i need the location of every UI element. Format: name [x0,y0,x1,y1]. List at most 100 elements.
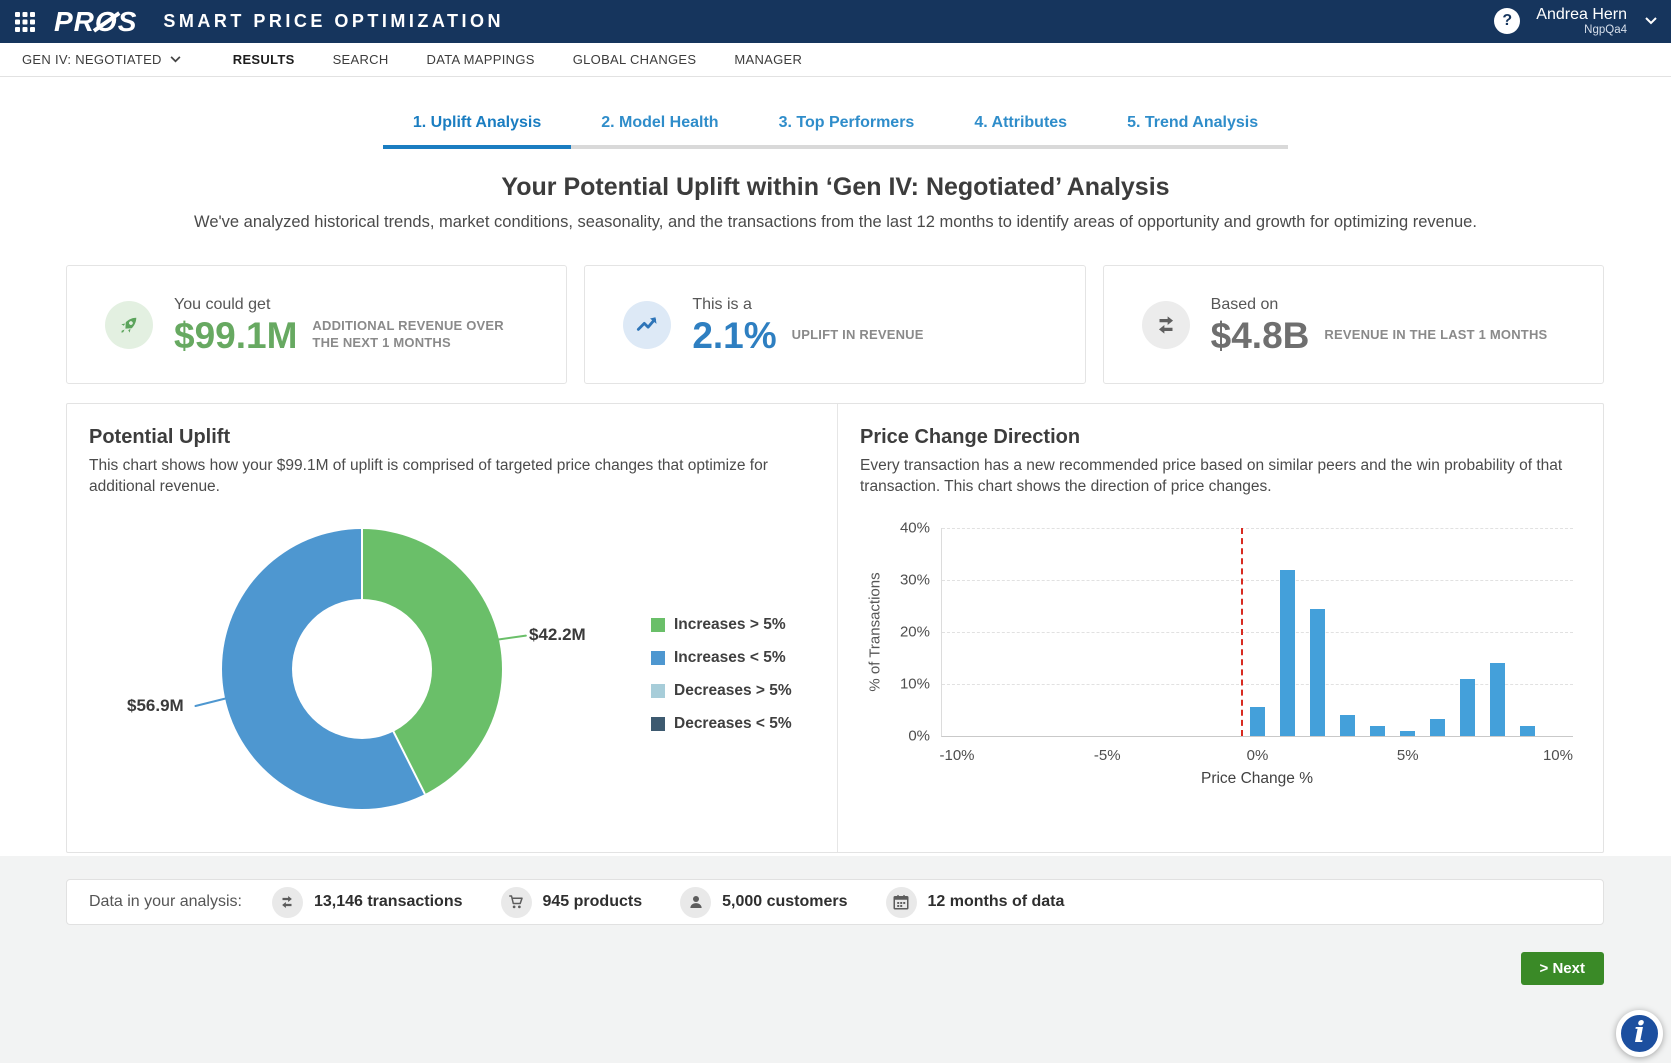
bar [1460,679,1475,736]
page-subtitle: We've analyzed historical trends, market… [0,213,1671,232]
context-selector[interactable]: GEN IV: NEGOTIATED [22,52,181,67]
user-id: NgpQa4 [1536,24,1627,37]
x-tick-label: -10% [940,747,975,764]
swap-arrows-icon [272,887,303,918]
legend-swatch [651,684,665,698]
price-change-bar-chart: -10%-5%0%5%10%0%10%20%30%40% [941,528,1573,737]
info-icon: i [1634,1018,1645,1047]
y-tick-label: 40% [900,520,930,537]
card-value: $99.1M [174,317,297,354]
grid-icon [13,10,37,34]
gridline [942,632,1573,633]
person-icon [680,887,711,918]
stat-text: 13,146 transactions [314,893,463,911]
tab-attributes[interactable]: 4. Attributes [944,108,1097,145]
question-mark-icon: ? [1502,12,1512,30]
donut-legend: Increases > 5% Increases < 5% Decreases … [651,616,792,733]
smart-price-optimization-app: PROS SMART PRICE OPTIMIZATION ? Andrea H… [0,0,1671,1063]
info-button[interactable]: i [1616,1010,1663,1057]
nav-items: RESULTS SEARCH DATA MAPPINGS GLOBAL CHAN… [233,52,802,67]
nav-item-global-changes[interactable]: GLOBAL CHANGES [573,52,697,67]
gridline [942,684,1573,685]
card-caption: REVENUE IN THE LAST 1 MONTHS [1324,327,1547,344]
legend-swatch [651,618,665,632]
reference-line [1241,528,1243,736]
stat-text: 945 products [543,893,643,911]
stat-products: 945 products [501,887,643,918]
card-value: 2.1% [692,317,776,354]
legend-swatch [651,651,665,665]
legend-item: Decreases > 5% [651,682,792,700]
price-change-title: Price Change Direction [860,426,1080,449]
legend-label: Decreases > 5% [674,682,792,700]
card-value: $4.8B [1211,317,1310,354]
footer-region: Data in your analysis: 13,146 transactio… [0,856,1671,1063]
price-change-direction-section: Price Change Direction Every transaction… [837,404,1603,852]
pros-logo: PROS [54,6,137,38]
secondary-nav: GEN IV: NEGOTIATED RESULTS SEARCH DATA M… [0,43,1671,77]
donut-label-line [194,697,228,707]
bar [1400,731,1415,736]
bar [1310,609,1325,736]
card-additional-revenue: You could get $99.1M ADDITIONAL REVENUE … [66,265,567,384]
legend-label: Increases > 5% [674,616,786,634]
tab-model-health[interactable]: 2. Model Health [571,108,748,145]
help-button[interactable]: ? [1494,8,1520,34]
rocket-icon [105,301,153,349]
y-tick-label: 20% [900,624,930,641]
nav-item-search[interactable]: SEARCH [333,52,389,67]
stat-customers: 5,000 customers [680,887,847,918]
donut-slice-value: $56.9M [127,696,184,716]
chevron-down-icon [170,56,181,63]
calendar-icon [886,887,917,918]
card-label: Based on [1211,296,1548,314]
potential-uplift-description: This chart shows how your $99.1M of upli… [89,456,783,498]
legend-swatch [651,717,665,731]
page-title: Your Potential Uplift within ‘Gen IV: Ne… [0,173,1671,202]
card-base-revenue: Based on $4.8B REVENUE IN THE LAST 1 MON… [1103,265,1604,384]
context-selector-label: GEN IV: NEGOTIATED [22,52,162,67]
stat-text: 5,000 customers [722,893,847,911]
bar [1490,663,1505,736]
tab-uplift-analysis[interactable]: 1. Uplift Analysis [383,108,571,145]
bar [1340,715,1355,736]
card-caption: UPLIFT IN REVENUE [792,327,924,344]
gridline [942,528,1573,529]
stat-months: 12 months of data [886,887,1065,918]
donut-slice-value: $42.2M [529,625,586,645]
stat-text: 12 months of data [928,893,1065,911]
tab-trend-analysis[interactable]: 5. Trend Analysis [1097,108,1288,145]
donut-seam [361,529,363,669]
nav-item-data-mappings[interactable]: DATA MAPPINGS [427,52,535,67]
bar [1280,570,1295,736]
legend-item: Increases > 5% [651,616,792,634]
analysis-tabs: 1. Uplift Analysis 2. Model Health 3. To… [383,108,1288,149]
card-label: This is a [692,296,923,314]
legend-item: Decreases < 5% [651,715,792,733]
summary-cards: You could get $99.1M ADDITIONAL REVENUE … [66,265,1604,384]
x-tick-label: 0% [1247,747,1269,764]
x-tick-label: -5% [1094,747,1121,764]
chevron-down-icon[interactable] [1645,17,1657,25]
x-tick-label: 5% [1397,747,1419,764]
legend-label: Decreases < 5% [674,715,792,733]
bar [1520,726,1535,736]
data-bar-label: Data in your analysis: [89,893,242,911]
app-grid-icon[interactable] [10,7,40,37]
app-header: PROS SMART PRICE OPTIMIZATION ? Andrea H… [0,0,1671,43]
bar [1250,707,1265,736]
potential-uplift-section: Potential Uplift This chart shows how yo… [67,404,837,852]
nav-item-results[interactable]: RESULTS [233,52,295,67]
tab-top-performers[interactable]: 3. Top Performers [749,108,945,145]
x-tick-label: 10% [1543,747,1573,764]
user-menu[interactable]: Andrea Hern NgpQa4 [1536,6,1627,38]
nav-item-manager[interactable]: MANAGER [734,52,802,67]
card-caption: ADDITIONAL REVENUE OVER THE NEXT 1 MONTH… [312,318,512,352]
potential-uplift-title: Potential Uplift [89,426,230,449]
gridline [942,580,1573,581]
next-button[interactable]: > Next [1521,952,1604,985]
x-axis-title: Price Change % [941,770,1573,788]
y-tick-label: 10% [900,676,930,693]
app-title: SMART PRICE OPTIMIZATION [163,11,504,32]
charts-panel: Potential Uplift This chart shows how yo… [66,403,1604,853]
